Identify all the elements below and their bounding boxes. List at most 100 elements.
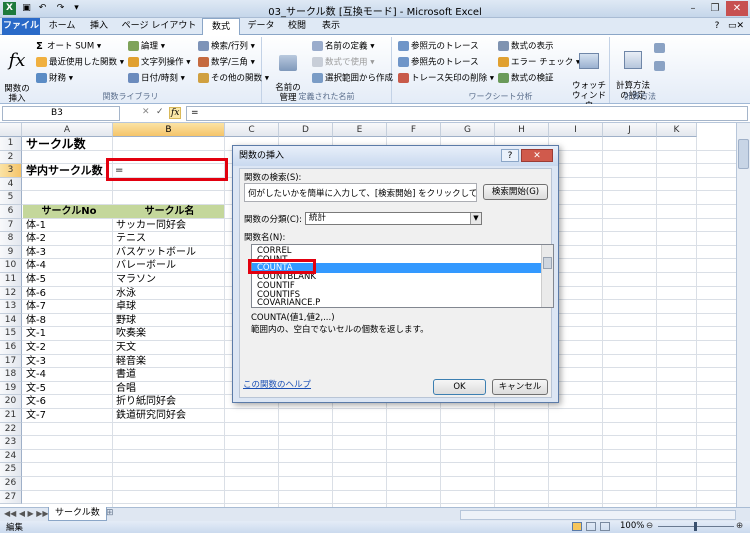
tab-review[interactable]: 校閲 bbox=[282, 18, 312, 35]
circle-no-cell[interactable]: 文-6 bbox=[23, 395, 46, 408]
row-header[interactable]: 10 bbox=[0, 259, 22, 273]
column-header[interactable]: I bbox=[549, 123, 603, 137]
function-help-link[interactable]: この関数のヘルプ bbox=[243, 378, 311, 390]
column-header[interactable]: J bbox=[603, 123, 657, 137]
row-header[interactable]: 27 bbox=[0, 490, 22, 505]
circle-name-cell[interactable]: 卓球 bbox=[113, 300, 136, 313]
row-header[interactable]: 6 bbox=[0, 205, 22, 219]
tab-formulas[interactable]: 数式 bbox=[202, 18, 240, 36]
financial-button[interactable]: 財務 ▾ bbox=[36, 73, 73, 85]
column-header[interactable]: C bbox=[225, 123, 279, 137]
circle-no-cell[interactable]: 文-1 bbox=[23, 327, 46, 340]
ribbon-window-controls-icon[interactable]: ▭✕ bbox=[726, 18, 746, 35]
row-header[interactable]: 5 bbox=[0, 191, 22, 205]
sheet-tab-circle-count[interactable]: サークル数 bbox=[48, 507, 107, 521]
column-header[interactable]: B bbox=[113, 123, 225, 137]
row-header[interactable]: 4 bbox=[0, 177, 22, 192]
tab-insert[interactable]: 挿入 bbox=[84, 18, 114, 35]
circle-name-cell[interactable]: バレーボール bbox=[113, 259, 176, 272]
normal-view-icon[interactable] bbox=[572, 522, 582, 531]
circle-no-cell[interactable]: 体-7 bbox=[23, 300, 46, 313]
define-name-button[interactable]: 名前の定義 ▾ bbox=[312, 41, 374, 53]
dialog-help-icon[interactable]: ? bbox=[501, 149, 519, 162]
restore-icon[interactable]: ❐ bbox=[704, 1, 726, 16]
horizontal-scrollbar[interactable] bbox=[460, 510, 736, 520]
page-break-view-icon[interactable] bbox=[600, 522, 610, 531]
chevron-down-icon[interactable]: ▼ bbox=[470, 213, 481, 224]
cancel-entry-icon[interactable]: ✕ bbox=[142, 107, 150, 117]
circle-name-cell[interactable]: 鉄道研究同好会 bbox=[113, 409, 186, 422]
circle-no-cell[interactable]: 体-1 bbox=[23, 219, 46, 232]
zoom-slider-thumb[interactable] bbox=[694, 522, 697, 531]
function-search-input[interactable]: 何がしたいかを簡単に入力して、[検索開始] をクリックしてください。 bbox=[244, 183, 477, 202]
circle-name-cell[interactable]: 吹奏楽 bbox=[113, 327, 146, 340]
row-header[interactable]: 20 bbox=[0, 395, 22, 409]
use-in-formula-button[interactable]: 数式で使用 ▾ bbox=[312, 57, 374, 69]
column-header[interactable]: A bbox=[22, 123, 113, 137]
insert-function-icon[interactable]: fx bbox=[169, 107, 182, 119]
dialog-title-bar[interactable]: 関数の挿入 ? ✕ bbox=[233, 146, 558, 166]
name-box[interactable]: B3 bbox=[2, 106, 120, 121]
row-header[interactable]: 22 bbox=[0, 422, 22, 437]
sheet-nav-arrows-icon[interactable]: ◀◀ ◀ ▶ ▶▶ bbox=[4, 509, 49, 518]
row-header[interactable]: 9 bbox=[0, 245, 22, 260]
column-header[interactable]: E bbox=[333, 123, 387, 137]
circle-name-cell[interactable]: 折り紙同好会 bbox=[113, 395, 176, 408]
row-header[interactable]: 7 bbox=[0, 218, 22, 233]
category-select[interactable]: 統計 ▼ bbox=[305, 212, 482, 225]
circle-name-cell[interactable]: マラソン bbox=[113, 273, 156, 286]
circle-name-cell[interactable]: テニス bbox=[113, 232, 146, 245]
header-circle-name[interactable]: サークル名 bbox=[112, 205, 224, 218]
circle-no-cell[interactable]: 体-6 bbox=[23, 287, 46, 300]
row-header[interactable]: 17 bbox=[0, 354, 22, 369]
tab-home[interactable]: ホーム bbox=[44, 18, 80, 35]
circle-no-cell[interactable]: 文-2 bbox=[23, 341, 46, 354]
dialog-close-icon[interactable]: ✕ bbox=[521, 149, 553, 162]
logical-button[interactable]: 論理 ▾ bbox=[128, 41, 165, 53]
row-header[interactable]: 8 bbox=[0, 232, 22, 246]
circle-no-cell[interactable]: 体-5 bbox=[23, 273, 46, 286]
circle-name-cell[interactable]: バスケットボール bbox=[113, 246, 196, 259]
circle-no-cell[interactable]: 文-5 bbox=[23, 382, 46, 395]
help-icon[interactable]: ? bbox=[710, 18, 724, 35]
circle-no-cell[interactable]: 文-4 bbox=[23, 368, 46, 381]
row-header[interactable]: 12 bbox=[0, 286, 22, 301]
circle-name-cell[interactable]: 合唱 bbox=[113, 382, 136, 395]
circle-name-cell[interactable]: 軽音楽 bbox=[113, 355, 146, 368]
minimize-icon[interactable]: – bbox=[682, 1, 704, 16]
circle-no-cell[interactable]: 文-7 bbox=[23, 409, 46, 422]
tab-page-layout[interactable]: ページ レイアウト bbox=[118, 18, 200, 35]
show-formulas-button[interactable]: 数式の表示 bbox=[498, 41, 554, 53]
circle-no-cell[interactable]: 体-2 bbox=[23, 232, 46, 245]
create-from-selection-button[interactable]: 選択範囲から作成 bbox=[312, 73, 393, 85]
column-header[interactable]: H bbox=[495, 123, 549, 137]
function-list[interactable]: CORREL COUNT COUNTA COUNTBLANK COUNTIF COUNTI… bbox=[251, 244, 554, 308]
trace-precedents-button[interactable]: 参照元のトレース bbox=[398, 41, 479, 53]
row-header[interactable]: 15 bbox=[0, 327, 22, 341]
vertical-scrollbar[interactable] bbox=[736, 123, 750, 507]
select-all-corner[interactable] bbox=[0, 123, 22, 137]
tab-data[interactable]: データ bbox=[244, 18, 278, 35]
row-header[interactable]: 16 bbox=[0, 341, 22, 355]
zoom-in-icon[interactable]: ⊕ bbox=[736, 521, 743, 531]
label-circle-count[interactable]: 学内サークル数 bbox=[23, 164, 103, 177]
tab-view[interactable]: 表示 bbox=[316, 18, 346, 35]
list-scroll-thumb[interactable] bbox=[543, 257, 552, 269]
lookup-button[interactable]: 検索/行列 ▾ bbox=[198, 41, 255, 53]
circle-name-cell[interactable]: 天文 bbox=[113, 341, 136, 354]
row-header[interactable]: 2 bbox=[0, 150, 22, 165]
row-header[interactable]: 25 bbox=[0, 463, 22, 477]
row-header[interactable]: 13 bbox=[0, 300, 22, 314]
circle-name-cell[interactable]: サッカー同好会 bbox=[113, 219, 186, 232]
row-header[interactable]: 26 bbox=[0, 477, 22, 491]
sheet-title[interactable]: サークル数 bbox=[23, 137, 86, 151]
circle-name-cell[interactable]: 水泳 bbox=[113, 287, 136, 300]
datetime-button[interactable]: 日付/時刻 ▾ bbox=[128, 73, 185, 85]
header-circle-no[interactable]: サークルNo bbox=[23, 205, 112, 218]
remove-arrows-button[interactable]: トレース矢印の削除 ▾ bbox=[398, 73, 494, 85]
recent-functions-button[interactable]: 最近使用した関数 ▾ bbox=[36, 57, 124, 69]
column-header[interactable]: G bbox=[441, 123, 495, 137]
zoom-level[interactable]: 100% bbox=[620, 521, 644, 531]
close-icon[interactable]: ✕ bbox=[726, 1, 748, 16]
row-header[interactable]: 14 bbox=[0, 313, 22, 328]
